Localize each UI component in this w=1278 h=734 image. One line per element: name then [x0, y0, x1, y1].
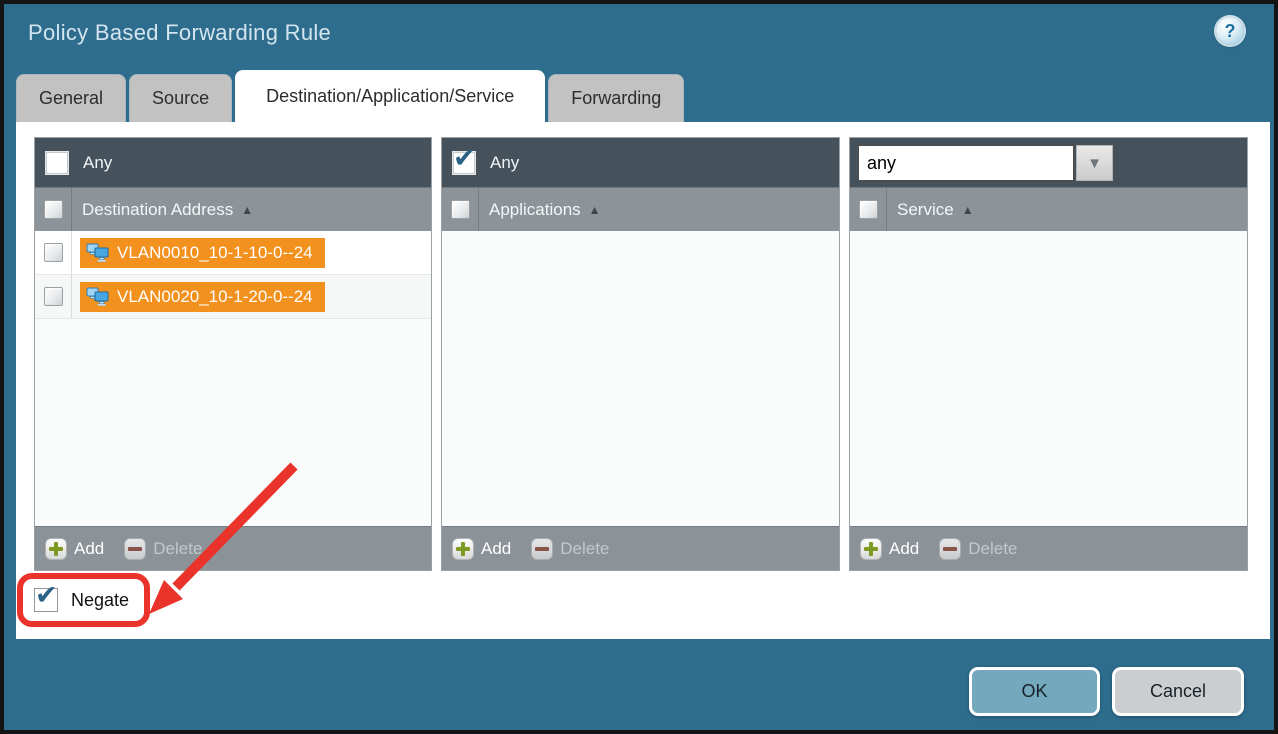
applications-any-label: Any — [490, 153, 519, 173]
service-add-button[interactable]: Add — [860, 538, 919, 560]
destination-panel: Any Destination Address ▲ — [34, 137, 432, 571]
dialog-title: Policy Based Forwarding Rule — [28, 20, 331, 46]
applications-add-button[interactable]: Add — [452, 538, 511, 560]
check-icon: ✔ — [35, 582, 58, 609]
applications-list — [442, 231, 839, 526]
tab-general[interactable]: General — [16, 74, 126, 122]
service-column-label[interactable]: Service — [897, 200, 954, 220]
add-icon — [860, 538, 882, 560]
address-object-chip[interactable]: VLAN0010_10-1-10-0--24 — [80, 238, 325, 268]
destination-column-label[interactable]: Destination Address — [82, 200, 233, 220]
titlebar: Policy Based Forwarding Rule ? — [4, 4, 1274, 66]
service-panel: any ▼ Service ▲ Add Delete — [849, 137, 1248, 571]
service-dropdown-bar: any ▼ — [850, 138, 1247, 187]
network-address-icon — [86, 243, 110, 262]
negate-label: Negate — [71, 590, 129, 611]
service-delete-button[interactable]: Delete — [939, 538, 1017, 560]
add-icon — [45, 538, 67, 560]
applications-column-label[interactable]: Applications — [489, 200, 581, 220]
destination-add-button[interactable]: Add — [45, 538, 104, 560]
destination-column-header: Destination Address ▲ — [35, 187, 431, 231]
service-footer: Add Delete — [850, 526, 1247, 570]
dropdown-button[interactable]: ▼ — [1076, 145, 1113, 181]
row-checkbox[interactable] — [44, 243, 63, 262]
help-glyph: ? — [1225, 22, 1236, 40]
destination-any-checkbox[interactable] — [45, 151, 69, 175]
network-address-icon — [86, 287, 110, 306]
negate-highlight-annotation: ✔ Negate — [17, 573, 150, 627]
service-dropdown-value[interactable]: any — [858, 145, 1074, 181]
sort-asc-icon: ▲ — [241, 203, 253, 217]
destination-footer: Add Delete — [35, 526, 431, 570]
cancel-button[interactable]: Cancel — [1112, 667, 1244, 716]
tab-bar: General Source Destination/Application/S… — [16, 70, 687, 122]
delete-icon — [124, 538, 146, 560]
tab-content: Any Destination Address ▲ — [16, 122, 1270, 639]
check-icon: ✔ — [453, 145, 476, 172]
destination-select-all-checkbox[interactable] — [44, 200, 63, 219]
applications-delete-button[interactable]: Delete — [531, 538, 609, 560]
applications-any-bar: ✔ Any — [442, 138, 839, 187]
destination-row-1: VLAN0010_10-1-10-0--24 — [35, 231, 431, 275]
tab-source[interactable]: Source — [129, 74, 232, 122]
sort-asc-icon: ▲ — [962, 203, 974, 217]
applications-panel: ✔ Any Applications ▲ Add Delete — [441, 137, 840, 571]
destination-delete-button[interactable]: Delete — [124, 538, 202, 560]
help-icon[interactable]: ? — [1216, 17, 1244, 45]
applications-select-all-checkbox[interactable] — [451, 200, 470, 219]
service-select-all-checkbox[interactable] — [859, 200, 878, 219]
service-list — [850, 231, 1247, 526]
tab-destination-application-service[interactable]: Destination/Application/Service — [235, 70, 545, 122]
address-object-label: VLAN0010_10-1-10-0--24 — [117, 243, 313, 263]
applications-column-header: Applications ▲ — [442, 187, 839, 231]
service-dropdown[interactable]: any ▼ — [858, 145, 1113, 181]
pbf-rule-dialog: Policy Based Forwarding Rule ? General S… — [0, 0, 1278, 734]
row-checkbox[interactable] — [44, 287, 63, 306]
address-object-label: VLAN0020_10-1-20-0--24 — [117, 287, 313, 307]
applications-any-checkbox[interactable]: ✔ — [452, 151, 476, 175]
destination-row-2: VLAN0020_10-1-20-0--24 — [35, 275, 431, 319]
tab-forwarding[interactable]: Forwarding — [548, 74, 684, 122]
destination-any-bar: Any — [35, 138, 431, 187]
add-icon — [452, 538, 474, 560]
chevron-down-icon: ▼ — [1087, 155, 1102, 172]
delete-icon — [531, 538, 553, 560]
service-column-header: Service ▲ — [850, 187, 1247, 231]
destination-list: VLAN0010_10-1-10-0--24 VLAN0020_10-1 — [35, 231, 431, 526]
destination-any-label: Any — [83, 153, 112, 173]
ok-button[interactable]: OK — [969, 667, 1100, 716]
negate-checkbox[interactable]: ✔ — [34, 588, 58, 612]
address-object-chip[interactable]: VLAN0020_10-1-20-0--24 — [80, 282, 325, 312]
sort-asc-icon: ▲ — [589, 203, 601, 217]
applications-footer: Add Delete — [442, 526, 839, 570]
delete-icon — [939, 538, 961, 560]
